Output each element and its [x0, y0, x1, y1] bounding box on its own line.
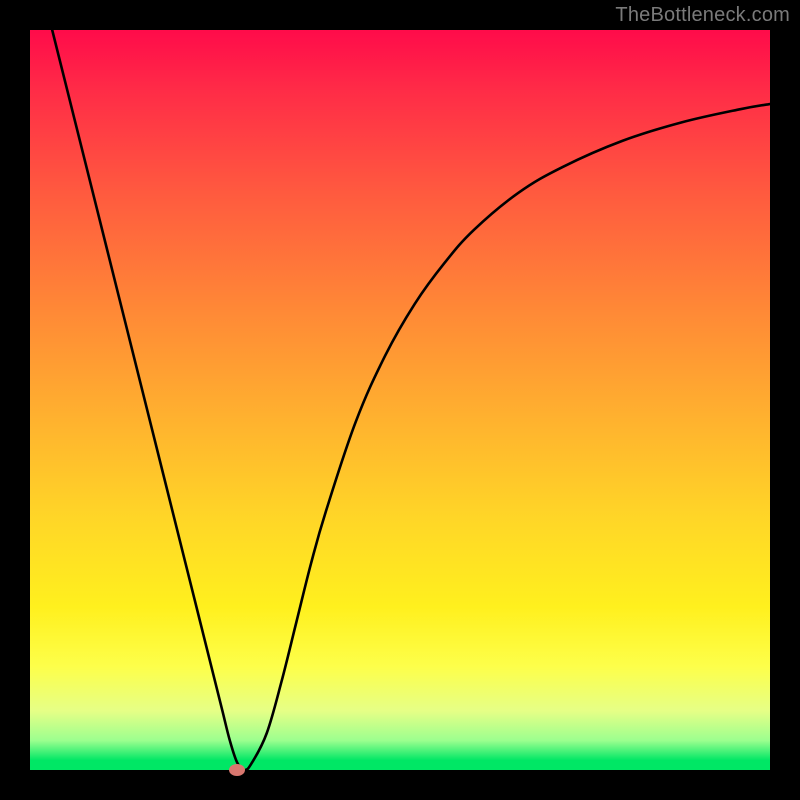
- chart-frame: TheBottleneck.com: [0, 0, 800, 800]
- minimum-marker: [229, 764, 245, 776]
- bottleneck-curve: [30, 30, 770, 770]
- chart-plot-area: [30, 30, 770, 770]
- watermark-text: TheBottleneck.com: [615, 4, 790, 27]
